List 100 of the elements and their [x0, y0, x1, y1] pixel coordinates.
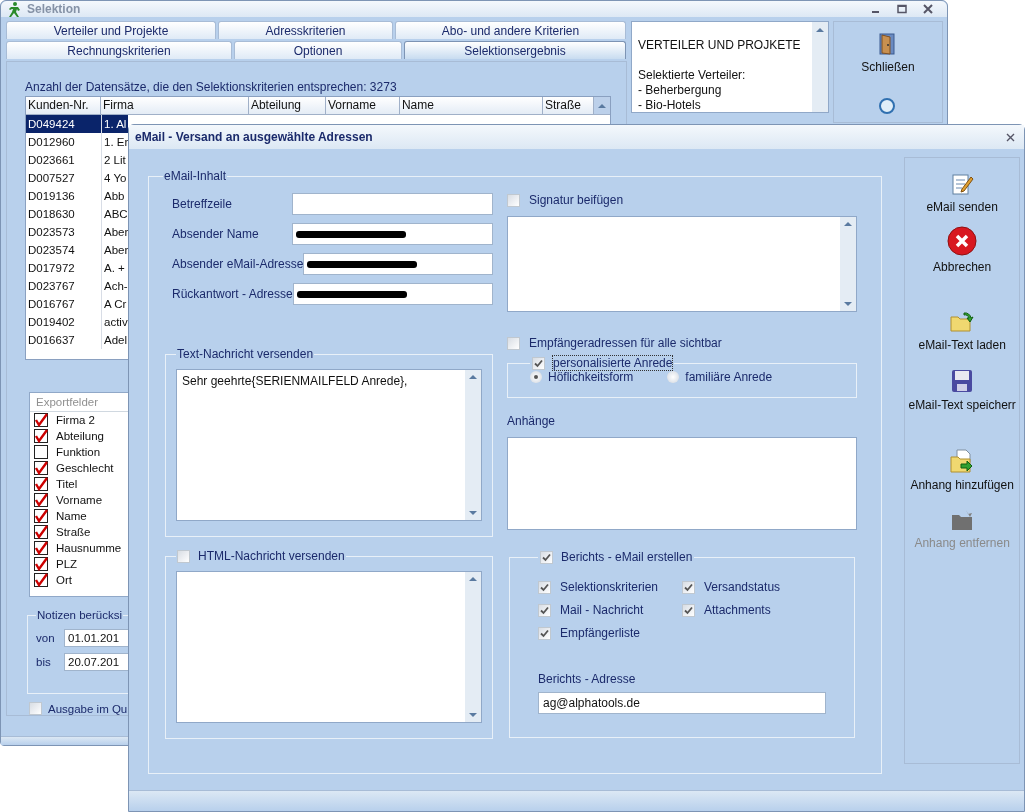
checkbox-label: Berichts - eMail erstellen [561, 550, 693, 564]
table-row[interactable]: D019136 Abb [26, 187, 128, 205]
input-field[interactable] [303, 253, 493, 275]
message-field[interactable]: Sehr geehrte{SERIENMAILFELD Anrede}, [176, 369, 482, 521]
table-row[interactable]: D007527 4 Yo [26, 169, 128, 187]
table-cell-text: A. + [103, 261, 126, 276]
table-cell: D012960 [26, 133, 102, 151]
scroll-down-icon[interactable] [468, 711, 478, 719]
field-label: Hausnumme [56, 542, 122, 554]
table-cell: D019402 [26, 313, 102, 331]
field-label: Geschlecht [56, 462, 114, 474]
column-header[interactable]: Firma [101, 97, 249, 114]
checkbox[interactable] [34, 509, 48, 523]
scrollbar[interactable] [594, 97, 610, 114]
field-label: bis [36, 656, 52, 668]
scrollbar[interactable] [812, 22, 828, 112]
table-cell: D018630 [26, 205, 102, 223]
scroll-up-icon[interactable] [815, 26, 825, 34]
tab[interactable]: Optionen [234, 41, 402, 59]
checkbox[interactable] [34, 573, 48, 587]
scrollbar[interactable] [465, 572, 481, 722]
close-button[interactable]: Schließen [861, 32, 915, 74]
field-label: Rückantwort - Adresse [172, 287, 293, 301]
table-cell-text: 4 Yo [103, 171, 128, 186]
scroll-down-icon[interactable] [843, 300, 853, 308]
table-row[interactable]: D023574 Aber [26, 241, 128, 259]
dialog-title: eMail - Versand an ausgewählte Adressen [135, 130, 373, 144]
radio-label: Höflichkeitsform [548, 370, 634, 384]
column-header[interactable]: Vorname [325, 97, 400, 114]
scroll-up-icon[interactable] [468, 575, 478, 583]
table-row[interactable]: D016767 A Cr [26, 295, 128, 313]
section-label: Anhänge [507, 414, 557, 428]
save-button[interactable]: eMail-Text speicherr [908, 368, 1016, 412]
message-text: Sehr geehrte{SERIENMAILFELD Anrede}, [181, 373, 409, 390]
info-heading: VERTEILER UND PROJKETE [638, 38, 802, 52]
table-row[interactable]: D023661 2 Lit [26, 151, 128, 169]
input-field[interactable] [292, 283, 493, 305]
checkbox[interactable] [34, 445, 48, 459]
close-icon[interactable] [923, 4, 933, 14]
checkbox[interactable] [34, 461, 48, 475]
checkbox[interactable] [34, 557, 48, 571]
checkbox[interactable] [34, 477, 48, 491]
table-cell-text: Aber [103, 243, 128, 258]
scroll-up-icon[interactable] [843, 220, 853, 228]
scroll-down-icon[interactable] [468, 509, 478, 517]
tab[interactable]: Abo- und andere Kriterien [395, 21, 626, 39]
scroll-up-icon[interactable] [597, 101, 608, 110]
radio-label: familiäre Anrede [685, 370, 773, 384]
table-cell-text: 1. Al [103, 117, 128, 132]
radio-button[interactable] [667, 371, 680, 383]
checkbox[interactable] [34, 413, 48, 427]
field-label: Betreffzeile [172, 197, 233, 211]
column-header[interactable]: Kunden-Nr. [26, 97, 101, 114]
table-cell-text: A Cr [103, 297, 128, 312]
send-button[interactable]: eMail senden [926, 172, 998, 214]
tab[interactable]: Adresskriterien [218, 21, 393, 39]
checkbox[interactable] [34, 493, 48, 507]
table-row[interactable]: D019402 activ [26, 313, 128, 331]
record-count: Anzahl der Datensätze, die den Selektionskriterien entsprechen: 3273 [25, 80, 398, 94]
column-header[interactable]: Name [399, 97, 543, 114]
field-label: von [36, 632, 54, 644]
message-field[interactable] [176, 571, 482, 723]
table-row[interactable]: D023767 Ach- [26, 277, 128, 295]
scrollbar[interactable] [840, 217, 856, 311]
table-cell-text: Adel [103, 333, 128, 348]
table-cell: D007527 [26, 169, 102, 187]
table-row[interactable]: D049424 1. Al [26, 115, 128, 133]
checkbox[interactable] [34, 541, 48, 555]
checkbox-label: Versandstatus [704, 580, 781, 594]
maximize-icon[interactable] [897, 4, 907, 14]
scroll-up-icon[interactable] [468, 373, 478, 381]
column-header[interactable]: Abteilung [248, 97, 326, 114]
table-row[interactable]: D017972 A. + [26, 259, 128, 277]
signature-field[interactable] [507, 216, 857, 312]
field-label: Absender Name [172, 227, 260, 241]
table-row[interactable]: D018630 ABC [26, 205, 128, 223]
tab[interactable]: Rechnungskriterien [6, 41, 232, 59]
cancel-button[interactable]: Abbrechen [933, 226, 992, 274]
table-row[interactable]: D012960 1. Er [26, 133, 128, 151]
close-icon[interactable] [1006, 132, 1015, 142]
checkbox[interactable] [34, 429, 48, 443]
checkbox[interactable] [34, 525, 48, 539]
add-attachment-button[interactable]: Anhang hinzufügen [910, 448, 1014, 492]
table-cell-text: Abb [103, 189, 126, 204]
table-cell: D016767 [26, 295, 102, 313]
radio-button[interactable] [530, 371, 542, 383]
table-row[interactable]: D016637 Adel [26, 331, 128, 349]
input-field[interactable] [292, 223, 493, 245]
group-title: eMail-Inhalt [163, 169, 228, 183]
field-label: Name [56, 510, 87, 522]
input-field[interactable]: ag@alphatools.de [538, 692, 826, 714]
load-button[interactable]: eMail-Text laden [918, 310, 1006, 352]
group-title: Text-Nachricht versenden [176, 347, 315, 361]
table-row[interactable]: D023573 Aber [26, 223, 128, 241]
tab[interactable]: Selektionsergebnis [404, 41, 626, 59]
input-field[interactable] [292, 193, 493, 215]
info-line: Selektierte Verteiler: [638, 68, 747, 83]
tab[interactable]: Verteiler und Projekte [6, 21, 216, 39]
scrollbar[interactable] [465, 370, 481, 520]
table-cell-text: Aber [103, 225, 128, 240]
